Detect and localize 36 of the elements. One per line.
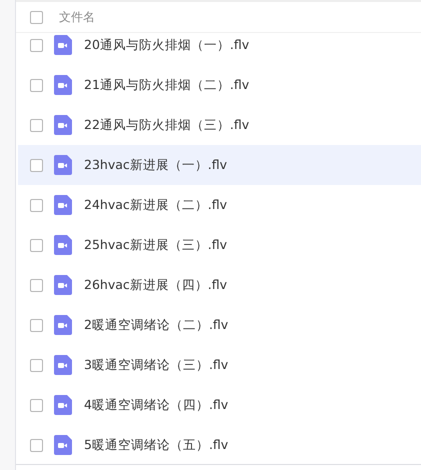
video-file-icon	[54, 275, 72, 295]
checkbox[interactable]	[30, 78, 43, 92]
checkbox[interactable]	[30, 438, 43, 452]
video-file-icon	[54, 155, 72, 175]
video-file-icon	[54, 195, 72, 215]
video-file-icon	[54, 115, 72, 135]
video-file-icon	[54, 75, 72, 95]
video-file-icon	[54, 395, 72, 415]
file-name: 23hvac新进展（一）.flv	[84, 156, 228, 174]
checkbox[interactable]	[30, 158, 43, 172]
file-name: 5暖通空调绪论（五）.flv	[84, 436, 228, 454]
checkbox[interactable]	[30, 358, 43, 372]
file-name: 24hvac新进展（二）.flv	[84, 196, 228, 214]
file-name: 22通风与防火排烟（三）.flv	[84, 116, 250, 134]
video-file-icon	[54, 35, 72, 55]
file-row[interactable]: 23hvac新进展（一）.flv	[18, 145, 421, 185]
checkbox[interactable]	[30, 118, 43, 132]
file-name: 26hvac新进展（四）.flv	[84, 276, 228, 294]
checkbox[interactable]	[30, 318, 43, 332]
checkbox[interactable]	[30, 238, 43, 252]
checkbox[interactable]	[30, 198, 43, 212]
checkbox[interactable]	[30, 278, 43, 292]
file-name: 3暖通空调绪论（三）.flv	[84, 356, 228, 374]
video-file-icon	[54, 315, 72, 335]
file-name: 21通风与防火排烟（二）.flv	[84, 76, 250, 94]
file-name: 4暖通空调绪论（四）.flv	[84, 396, 228, 414]
checkbox[interactable]	[30, 10, 43, 24]
checkbox[interactable]	[30, 398, 43, 412]
video-file-icon	[54, 435, 72, 455]
video-file-icon	[54, 355, 72, 375]
video-file-icon	[54, 235, 72, 255]
file-name: 25hvac新进展（三）.flv	[84, 236, 228, 254]
column-header[interactable]: 文件名	[59, 8, 95, 26]
checkbox[interactable]	[30, 38, 43, 52]
file-name: 20通风与防火排烟（一）.flv	[84, 36, 250, 54]
file-name: 2暖通空调绪论（二）.flv	[84, 316, 228, 334]
